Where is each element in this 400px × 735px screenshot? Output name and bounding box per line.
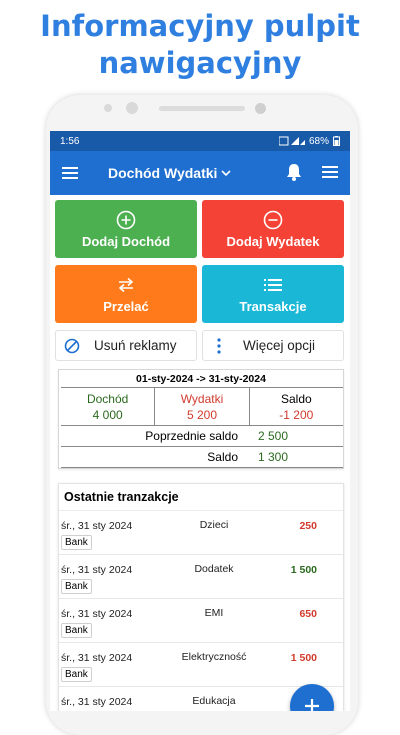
add-income-label: Dodaj Dochód <box>81 233 171 249</box>
status-bar: 1:56 68% <box>50 131 350 151</box>
summary-balance-value: -1 200 <box>279 408 314 422</box>
menu-icon[interactable] <box>62 166 78 180</box>
transaction-row[interactable]: śr., 31 sty 2024 Elektryczność 1 500 Bank <box>59 643 343 687</box>
app-bar: Dochód Wydatki <box>50 151 350 195</box>
headline-line-1: Informacyjny pulpit <box>40 9 360 43</box>
plus-circle-icon <box>116 210 136 230</box>
total-balance-value: 1 300 <box>258 450 289 464</box>
transaction-account-badge: Bank <box>61 667 92 682</box>
transaction-category: EMI <box>204 607 224 619</box>
summary-balance-label: Saldo <box>280 392 312 406</box>
signal-icon <box>278 136 305 146</box>
recent-transactions-title: Ostatnie tranzakcje <box>59 484 343 511</box>
previous-balance-row: Poprzednie saldo 2 500 <box>61 426 343 447</box>
transaction-date: śr., 31 sty 2024 <box>61 520 133 532</box>
transaction-category: Dodatek <box>194 563 234 575</box>
block-icon <box>64 338 80 353</box>
app-screen: 1:56 68% Dochód Wydatki Dodaj Dochód Dod… <box>50 131 350 711</box>
transaction-amount: 650 <box>299 608 317 620</box>
transaction-amount: 1 500 <box>290 652 317 664</box>
total-balance-row: Saldo 1 300 <box>61 447 343 468</box>
remove-ads-label: Usuń reklamy <box>94 338 177 353</box>
transfer-label: Przelać <box>103 298 149 314</box>
phone-sensor <box>255 103 266 114</box>
previous-balance-label: Poprzednie saldo <box>145 429 238 443</box>
add-icon <box>305 699 319 711</box>
transaction-category: Edukacja <box>192 695 236 707</box>
summary-expense-value: 5 200 <box>186 408 217 422</box>
recent-transactions: Ostatnie tranzakcje śr., 31 sty 2024 Dzie… <box>58 483 344 711</box>
overflow-menu-icon[interactable] <box>322 165 338 179</box>
headline-line-2: nawigacyjny <box>98 46 302 80</box>
summary-income: Dochód 4 000 <box>61 388 154 425</box>
phone-speaker-dot <box>104 104 112 112</box>
summary-expense-label: Wydatki <box>180 392 224 406</box>
chevron-down-icon <box>221 170 231 177</box>
transfer-button[interactable]: Przelać <box>55 265 197 323</box>
transaction-amount: 1 500 <box>290 564 317 576</box>
more-options-label: Więcej opcji <box>243 338 316 353</box>
add-expense-button[interactable]: Dodaj Wydatek <box>202 200 344 258</box>
phone-camera <box>126 102 138 114</box>
summary-income-label: Dochód <box>86 392 129 406</box>
list-icon <box>263 275 283 295</box>
summary-table: Dochód 4 000 Wydatki 5 200 Saldo -1 200 … <box>61 387 343 468</box>
summary-balance: Saldo -1 200 <box>248 388 343 425</box>
remove-ads-button[interactable]: Usuń reklamy <box>55 330 197 361</box>
battery-icon <box>333 136 340 146</box>
transaction-category: Dzieci <box>199 519 229 531</box>
transaction-row[interactable]: śr., 31 sty 2024 Dzieci 250 Bank <box>59 511 343 555</box>
ledger-selector[interactable]: Dochód Wydatki <box>108 151 231 195</box>
transactions-label: Transakcje <box>239 298 307 314</box>
summary-expense: Wydatki 5 200 <box>154 388 248 425</box>
swap-arrows-icon <box>116 275 136 295</box>
minus-circle-icon <box>263 210 283 230</box>
total-balance-label: Saldo <box>207 450 238 464</box>
previous-balance-value: 2 500 <box>258 429 289 443</box>
period-summary: 01-sty-2024 -> 31-sty-2024 Dochód 4 000 … <box>58 369 344 469</box>
add-income-button[interactable]: Dodaj Dochód <box>55 200 197 258</box>
more-options-button[interactable]: Więcej opcji <box>202 330 344 361</box>
transactions-button[interactable]: Transakcje <box>202 265 344 323</box>
transaction-category: Elektryczność <box>181 651 247 663</box>
summary-period: 01-sty-2024 -> 31-sty-2024 <box>136 373 266 385</box>
bell-icon[interactable] <box>286 163 302 181</box>
transaction-row[interactable]: śr., 31 sty 2024 EMI 650 Bank <box>59 599 343 643</box>
transaction-account-badge: Bank <box>61 535 92 550</box>
transaction-date: śr., 31 sty 2024 <box>61 608 133 620</box>
status-icons: 68% <box>278 135 340 147</box>
transaction-date: śr., 31 sty 2024 <box>61 696 133 708</box>
phone-speaker-grille <box>159 106 245 111</box>
transaction-date: śr., 31 sty 2024 <box>61 564 133 576</box>
add-expense-label: Dodaj Wydatek <box>226 233 320 249</box>
transaction-row[interactable]: śr., 31 sty 2024 Dodatek 1 500 Bank <box>59 555 343 599</box>
transaction-list: śr., 31 sty 2024 Dzieci 250 Bank śr., 31 sty… <box>59 511 343 711</box>
summary-income-value: 4 000 <box>92 408 123 422</box>
battery-level: 68% <box>308 135 329 147</box>
summary-totals: Dochód 4 000 Wydatki 5 200 Saldo -1 200 <box>61 388 343 426</box>
app-title: Dochód Wydatki <box>108 165 218 181</box>
status-time: 1:56 <box>60 135 80 147</box>
more-vert-icon <box>217 337 221 354</box>
transaction-date: śr., 31 sty 2024 <box>61 652 133 664</box>
transaction-account-badge: Bank <box>61 623 92 638</box>
marketing-headline: Informacyjny pulpit nawigacyjny <box>0 8 400 82</box>
transaction-amount: 250 <box>299 520 317 532</box>
transaction-account-badge: Bank <box>61 579 92 594</box>
